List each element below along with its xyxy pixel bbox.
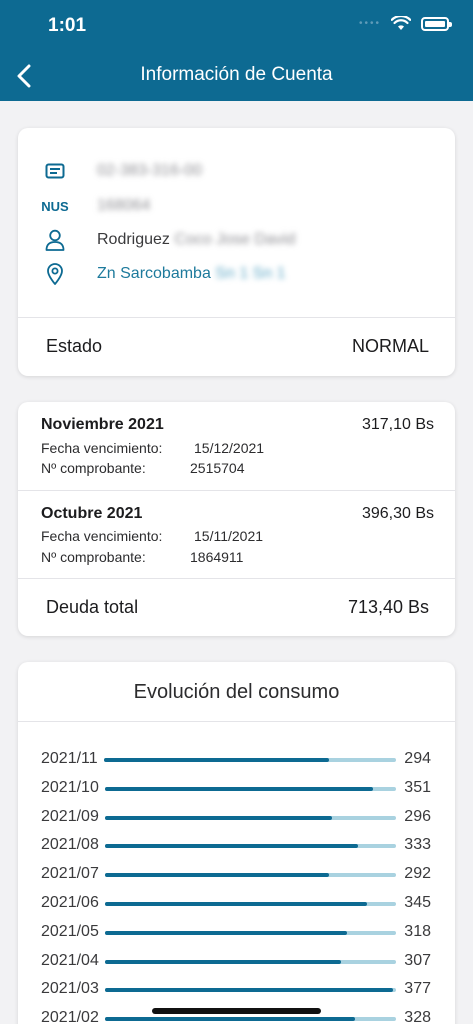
- bar: [105, 988, 394, 993]
- nus-value: 168064: [97, 197, 151, 214]
- account-card: 02-383-316-00 NUS 168064 Rodriguez Coco …: [18, 128, 455, 376]
- owner-name-blurred: Coco Jose David: [174, 231, 296, 248]
- bar-track: [105, 873, 396, 878]
- estado-value: NORMAL: [351, 336, 429, 356]
- consumption-row: 2021/05 318: [18, 921, 455, 943]
- divider: [18, 490, 455, 491]
- month-label: 2021/10: [41, 778, 99, 796]
- consumption-row: 2021/09 296: [18, 806, 455, 828]
- bar-track: [105, 815, 396, 820]
- bill-amount: 396,30 Bs: [361, 505, 434, 522]
- month-label: 2021/06: [41, 894, 99, 911]
- nus-label: NUS: [41, 198, 69, 214]
- month-label: 2021/04: [41, 951, 99, 969]
- bar: [105, 930, 347, 935]
- consumption-value: 307: [404, 951, 431, 969]
- person-icon: [38, 229, 72, 251]
- bar-track: [105, 902, 396, 906]
- address-row: Zn Sarcobamba Sn 1 Sn 1: [18, 262, 455, 286]
- receipt-label: Nº comprobante:: [41, 549, 146, 565]
- consumption-card: Evolución del consumo 2021/11 294 2021/10 3…: [18, 662, 455, 1024]
- status-time: 1:01: [48, 15, 87, 36]
- bar-track: [105, 1017, 396, 1022]
- consumption-value: 318: [404, 922, 431, 940]
- home-indicator: [152, 1008, 321, 1014]
- document-icon: [38, 163, 72, 179]
- owner-name-visible: Rodriguez: [97, 231, 170, 248]
- bar: [105, 1017, 356, 1022]
- consumption-value: 333: [404, 836, 431, 854]
- wifi-icon: [391, 16, 411, 30]
- bar-track: [105, 930, 396, 935]
- bill-month: Octubre 2021: [41, 505, 143, 522]
- consumption-row: 2021/04 307: [18, 950, 455, 972]
- consumption-value: 292: [404, 865, 431, 883]
- bills-card: Noviembre 2021 317,10 Bs Fecha vencimien…: [18, 402, 455, 636]
- bar: [105, 873, 330, 878]
- battery-icon: [421, 16, 452, 31]
- consumption-value: 294: [404, 750, 431, 767]
- divider: [18, 721, 455, 722]
- bar-track: [105, 988, 396, 993]
- bar: [105, 844, 359, 849]
- consumption-row: 2021/08 333: [18, 834, 455, 856]
- month-label: 2021/03: [41, 980, 99, 998]
- chart-title: Evolución del consumo: [133, 681, 340, 703]
- consumption-row: 2021/10 351: [18, 777, 455, 799]
- month-label: 2021/08: [41, 836, 99, 854]
- bar: [105, 959, 341, 964]
- bar-track: [104, 758, 396, 762]
- owner-row: Rodriguez Coco Jose David: [18, 228, 455, 252]
- receipt-value: 1864911: [190, 549, 244, 565]
- bar: [104, 758, 329, 762]
- consumption-value: 328: [404, 1009, 431, 1024]
- month-label: 2021/11: [41, 750, 98, 767]
- month-label: 2021/05: [41, 922, 99, 940]
- consumption-row: 2021/06 345: [18, 892, 455, 914]
- consumption-value: 345: [404, 894, 431, 911]
- address[interactable]: Zn Sarcobamba Sn 1 Sn 1: [97, 265, 286, 283]
- consumption-value: 351: [404, 778, 431, 796]
- due-date-label: Fecha vencimiento:: [41, 528, 163, 544]
- bar-track: [105, 844, 396, 849]
- total-debt-label: Deuda total: [46, 597, 139, 617]
- due-date-value: 15/12/2021: [194, 440, 265, 456]
- bar: [105, 902, 367, 906]
- bill-month: Noviembre 2021: [41, 416, 164, 433]
- consumption-value: 377: [404, 980, 431, 998]
- bar: [105, 815, 332, 820]
- navigation-bar: 1:01 •••• Información de Cuenta: [0, 0, 473, 101]
- status-icons: ••••: [358, 16, 452, 31]
- month-label: 2021/07: [41, 865, 99, 883]
- cellular-icon: ••••: [358, 18, 381, 29]
- due-date-value: 15/11/2021: [194, 528, 264, 544]
- total-debt-value: 713,40 Bs: [347, 597, 429, 617]
- account-code-row: 02-383-316-00: [18, 159, 455, 183]
- bill-amount: 317,10 Bs: [361, 416, 434, 433]
- nus-row: NUS 168064: [18, 194, 455, 218]
- address-blurred: Sn 1 Sn 1: [215, 265, 286, 282]
- consumption-row: 2021/07 292: [18, 863, 455, 885]
- receipt-value: 2515704: [190, 460, 245, 476]
- month-label: 2021/09: [41, 807, 99, 825]
- bar-track: [105, 786, 396, 791]
- location-pin-icon: [38, 262, 72, 286]
- bar: [105, 786, 373, 791]
- bar-track: [105, 959, 396, 964]
- consumption-row: 2021/03 377: [18, 978, 455, 1000]
- page-title: Información de Cuenta: [140, 64, 333, 85]
- consumption-value: 296: [404, 807, 431, 825]
- owner-name: Rodriguez Coco Jose David: [97, 231, 295, 249]
- receipt-label: Nº comprobante:: [41, 460, 146, 476]
- consumption-row: 2021/11 294: [18, 748, 455, 770]
- month-label: 2021/02: [41, 1009, 99, 1024]
- address-visible: Zn Sarcobamba: [97, 265, 211, 282]
- divider: [18, 317, 455, 318]
- divider: [18, 578, 455, 579]
- account-code: 02-383-316-00: [97, 162, 202, 179]
- due-date-label: Fecha vencimiento:: [41, 440, 163, 456]
- estado-label: Estado: [46, 336, 103, 356]
